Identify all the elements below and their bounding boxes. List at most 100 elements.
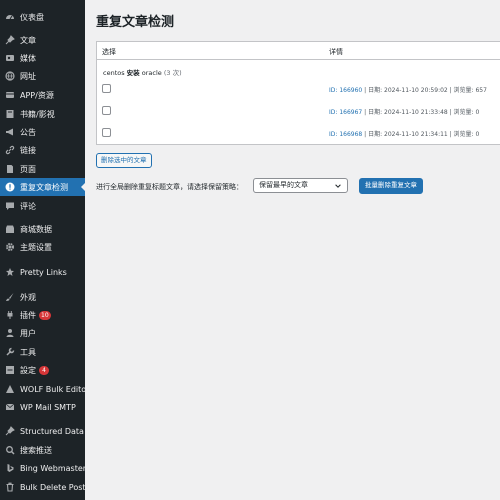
star-icon [5,267,15,277]
sidebar-item[interactable]: 設定 4 [0,361,85,379]
sidebar-item-label: Pretty Links [20,267,67,277]
sidebar-item[interactable]: 主题设置 [0,238,85,256]
chevron-down-icon [335,184,341,188]
delete-selected-button[interactable]: 删除选中的文章 [96,153,152,168]
card-icon [5,90,15,100]
sidebar-item-label: Structured Data [20,426,84,436]
sidebar-item-label: 主题设置 [20,242,52,252]
brush-icon [5,292,15,302]
sidebar-item[interactable]: 仪表盘 [0,8,85,26]
dashboard-icon [5,12,15,22]
pin-icon [5,35,15,45]
post-id-link[interactable]: ID: 166967 [329,109,362,116]
sidebar-item-label: 评论 [20,201,36,211]
book-icon [5,109,15,119]
table-row: ID: 166968 | 日期: 2024-11-10 21:34:11 | 浏… [97,123,500,143]
sidebar-item[interactable]: 公告 [0,123,85,141]
store-icon [5,224,15,234]
sidebar-item-label: Bing Webmaster [20,463,87,473]
sidebar-item[interactable]: 重复文章检测 [0,178,85,196]
sidebar-item-label: WP Mail SMTP [20,402,76,412]
row-checkbox[interactable] [102,106,111,115]
bing-icon [5,463,15,473]
settings-icon [5,365,15,375]
update-count-badge: 10 [39,310,51,320]
sidebar-item-label: 工具 [20,347,36,357]
sidebar-item-label: 用户 [20,328,36,338]
sidebar-item[interactable]: APP/资源 [0,86,85,104]
globe-icon [5,71,15,81]
page-title: 重复文章检测 [96,15,175,30]
table-row: ID: 166960 | 日期: 2024-11-10 20:59:02 | 浏… [97,79,500,99]
keep-strategy-value: 保留最早的文章 [259,181,308,189]
sidebar-item-label: APP/资源 [20,90,54,100]
comment-icon [5,201,15,211]
row-checkbox[interactable] [102,84,111,93]
sidebar-item[interactable]: 书籍/影视 [0,105,85,123]
bulk-delete-label: 进行全局删除重复标题文章，请选择保留策略： [96,183,243,191]
sidebar-item[interactable]: Structured Data [0,422,85,440]
sidebar-item-label: 网址 [20,71,36,81]
sidebar-item[interactable]: 媒体 [0,49,85,67]
sidebar-item-label: 重复文章检测 [20,182,68,192]
post-id-link[interactable]: ID: 166968 [329,131,362,138]
bulk-delete-icon [5,482,15,492]
sidebar-item[interactable]: Bing Webmaster [0,459,87,477]
sidebar-item[interactable]: 链接 [0,141,85,159]
pin-icon [5,426,15,436]
sidebar-item-label: 媒体 [20,53,36,63]
row-detail: ID: 166967 | 日期: 2024-11-10 21:33:48 | 浏… [329,107,479,116]
row-detail: ID: 166960 | 日期: 2024-11-10 20:59:02 | 浏… [329,85,487,94]
sidebar-item-label: WOLF Bulk Editor [20,384,90,394]
user-icon [5,328,15,338]
link-icon [5,145,15,155]
sidebar-item[interactable]: 网址 [0,67,85,85]
media-icon [5,53,15,63]
post-id-link[interactable]: ID: 166960 [329,87,362,94]
group-title-prefix: centos [103,69,127,77]
sidebar-item[interactable]: 商城数据 [0,220,85,238]
sidebar-item[interactable]: 搜索推送 [0,441,85,459]
sidebar-item-label: 插件 [20,310,36,320]
sidebar-item-label: 外观 [20,292,36,302]
table-row: ID: 166967 | 日期: 2024-11-10 21:33:48 | 浏… [97,101,500,121]
plugin-icon [5,310,15,320]
sidebar-item[interactable]: 插件 10 [0,306,85,324]
group-count: (3 次) [163,69,182,77]
keep-strategy-select[interactable]: 保留最早的文章 [253,178,348,193]
sidebar-item-label: 商城数据 [20,224,52,234]
search-push-icon [5,445,15,455]
sidebar-item[interactable]: WOLF Bulk Editor [0,380,89,398]
sidebar-item-label: 链接 [20,145,36,155]
column-header-select: 选择 [102,48,116,56]
duplicate-group-title: centos 安装 oracle (3 次) [103,67,182,77]
warning-icon [5,182,15,192]
sidebar-item[interactable]: Pretty Links [0,263,85,281]
sidebar-item[interactable]: 外观 [0,288,85,306]
sidebar-item[interactable]: 评论 [0,197,85,215]
sidebar-item-label: 設定 [20,365,36,375]
duplicates-table: 选择 详情 centos 安装 oracle (3 次) ID: 166960 … [96,41,500,145]
admin-sidebar: 仪表盘文章媒体网址 APP/资源 书籍/影视公告链接页面重复文章检测 评论商城数据主题… [0,0,90,500]
group-title-strong: 安装 [126,69,140,77]
sidebar-item[interactable]: 用户 [0,324,85,342]
sidebar-item-label: 公告 [20,127,36,137]
table-header: 选择 详情 [97,42,500,60]
update-count-badge: 4 [39,365,49,375]
sidebar-item[interactable]: 文章 [0,31,85,49]
row-meta: | 日期: 2024-11-10 21:34:11 | 浏览量: 0 [362,131,480,138]
sidebar-item-label: 搜索推送 [20,445,52,455]
sidebar-item[interactable]: 页面 [0,160,85,178]
wolf-icon [5,384,15,394]
bulk-delete-button[interactable]: 批量删除重复文章 [359,178,423,194]
gear-icon [5,242,15,252]
active-indicator-arrow [81,183,85,191]
group-title-suffix: oracle [139,69,164,77]
wrench-icon [5,347,15,357]
sidebar-item[interactable]: 工具 [0,343,85,361]
sidebar-item-label: 文章 [20,35,36,45]
sidebar-item[interactable]: WP Mail SMTP [0,398,85,416]
row-checkbox[interactable] [102,128,111,137]
sidebar-item-label: 书籍/影视 [20,109,55,119]
sidebar-item[interactable]: Bulk Delete Posts [0,478,90,496]
